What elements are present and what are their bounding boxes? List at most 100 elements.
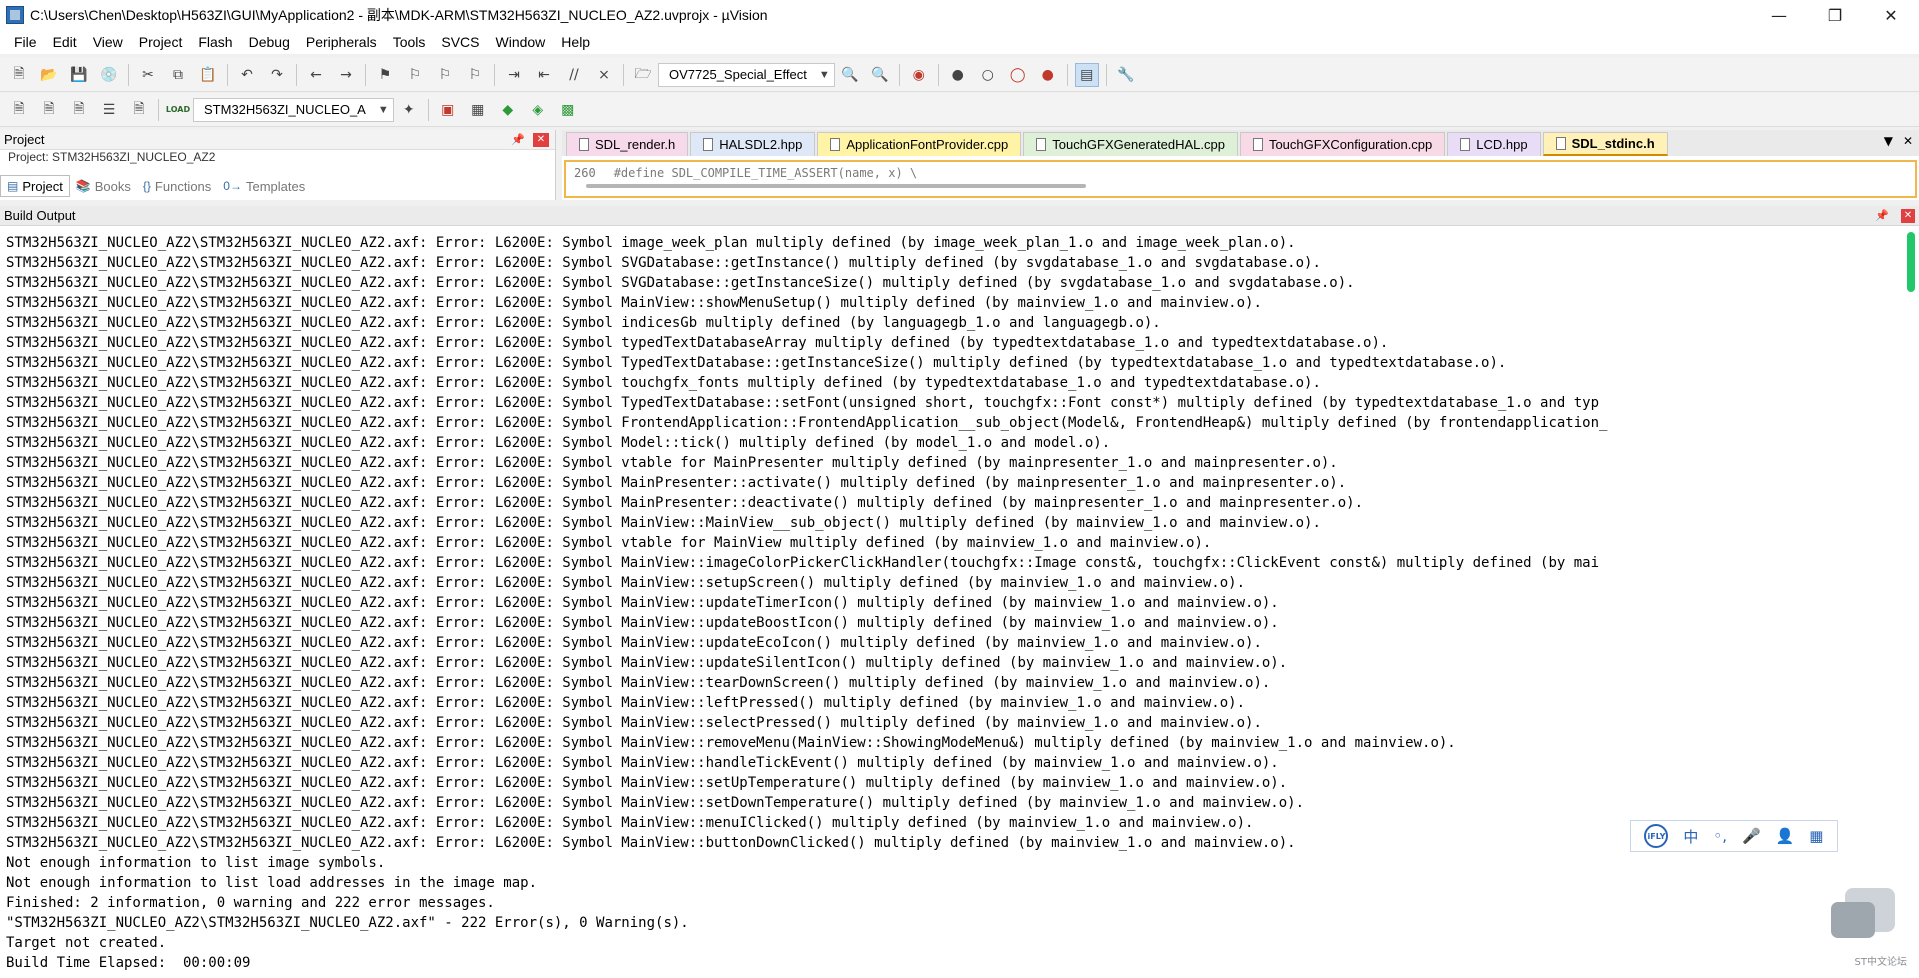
build-output-text[interactable]: STM32H563ZI_NUCLEO_AZ2\STM32H563ZI_NUCLE… — [6, 233, 1894, 973]
menu-project[interactable]: Project — [131, 34, 191, 50]
incremental-find-icon[interactable]: 🔍 — [868, 63, 892, 87]
minimize-icon[interactable]: — — [1751, 0, 1807, 30]
build-icon[interactable]: 🗎 — [37, 98, 61, 122]
kill-breakpoints-icon[interactable]: ● — [1036, 63, 1060, 87]
find-combo-value: OV7725_Special_Effect — [669, 67, 807, 82]
code-editor[interactable]: 260 #define SDL_COMPILE_TIME_ASSERT(name,… — [564, 160, 1917, 198]
debug-session-icon[interactable]: ◉ — [907, 63, 931, 87]
punctuation-icon[interactable]: ◦, — [1713, 827, 1727, 845]
tab-books[interactable]: 📚 Books — [70, 175, 137, 197]
build-output-line: STM32H563ZI_NUCLEO_AZ2\STM32H563ZI_NUCLE… — [6, 255, 1321, 271]
document-icon — [830, 138, 841, 151]
close-icon[interactable]: ✕ — [1863, 0, 1919, 30]
find-combo[interactable]: OV7725_Special_Effect ▼ — [658, 62, 835, 87]
tab-project[interactable]: ▤ Project — [0, 175, 70, 197]
breakpoint-icon[interactable]: ● — [946, 63, 970, 87]
uncomment-icon[interactable]: ⨯ — [592, 63, 616, 87]
tab-application-font-provider[interactable]: ApplicationFontProvider.cpp — [817, 132, 1022, 156]
redo-icon[interactable]: ↷ — [265, 63, 289, 87]
disable-breakpoint-icon[interactable]: ○ — [976, 63, 1000, 87]
manage-components-icon[interactable]: ▣ — [436, 98, 460, 122]
disable-all-breakpoints-icon[interactable]: ◯ — [1006, 63, 1030, 87]
pin-icon[interactable]: 📌 — [511, 133, 525, 146]
restore-icon[interactable]: ❐ — [1807, 0, 1863, 30]
window-layout-icon[interactable]: ▤ — [1074, 62, 1099, 87]
chinese-mode-button[interactable]: 中 — [1683, 826, 1698, 847]
chevron-down-icon: ▼ — [818, 68, 830, 81]
new-file-icon[interactable]: 🗎 — [7, 63, 31, 87]
clear-bookmarks-icon[interactable]: ⚐ — [463, 63, 487, 87]
comment-icon[interactable]: // — [562, 63, 586, 87]
menu-debug[interactable]: Debug — [241, 34, 298, 50]
translate-icon[interactable]: 🗎 — [7, 98, 31, 122]
tab-lcd[interactable]: LCD.hpp — [1447, 132, 1541, 156]
build-output-line: Build Time Elapsed: 00:00:09 — [6, 955, 251, 971]
project-tree[interactable]: Project: STM32H563ZI_NUCLEO_AZ2 — [0, 150, 555, 164]
menu-svcs[interactable]: SVCS — [433, 34, 487, 50]
toolbar-separator — [898, 63, 900, 86]
build-output-line: Not enough information to list load addr… — [6, 875, 538, 891]
menu-file[interactable]: File — [6, 34, 45, 50]
vertical-scrollbar[interactable] — [1907, 232, 1915, 292]
unindent-icon[interactable]: ⇤ — [532, 63, 556, 87]
tab-halsdl2[interactable]: HALSDL2.hpp — [690, 132, 816, 156]
pack-installer-icon[interactable]: ◈ — [526, 98, 550, 122]
menu-help[interactable]: Help — [553, 34, 598, 50]
close-icon[interactable]: ✕ — [1903, 134, 1913, 148]
bookmark-icon[interactable]: ⚑ — [373, 63, 397, 87]
close-icon[interactable]: ✕ — [1901, 208, 1915, 223]
nav-back-icon[interactable]: ← — [304, 63, 328, 87]
tab-touchgfx-configuration[interactable]: TouchGFXConfiguration.cpp — [1239, 132, 1446, 156]
window-controls: — ❐ ✕ — [1751, 0, 1919, 30]
project-tree-root[interactable]: Project: STM32H563ZI_NUCLEO_AZ2 — [8, 150, 215, 164]
rebuild-icon[interactable]: 🗎 — [67, 98, 91, 122]
tab-functions[interactable]: {} Functions — [137, 175, 217, 197]
menu-window[interactable]: Window — [488, 34, 554, 50]
chat-bubble-icon — [1831, 902, 1875, 938]
nav-forward-icon[interactable]: → — [334, 63, 358, 87]
tab-sdl-render[interactable]: SDL_render.h — [566, 132, 689, 156]
microphone-icon[interactable]: 🎤 — [1742, 827, 1761, 845]
find-in-files-icon[interactable]: 🗁 — [631, 63, 655, 87]
target-options-icon[interactable]: ✦ — [397, 98, 421, 122]
apps-grid-icon[interactable]: ▦ — [1809, 827, 1823, 845]
menu-view[interactable]: View — [85, 34, 131, 50]
document-icon — [1555, 137, 1566, 150]
file-extensions-icon[interactable]: ▦ — [466, 98, 490, 122]
close-icon[interactable]: ✕ — [533, 132, 549, 147]
tab-touchgfx-generated-hal[interactable]: TouchGFXGeneratedHAL.cpp — [1023, 132, 1238, 156]
open-folder-icon[interactable]: 📂 — [37, 63, 61, 87]
save-all-icon[interactable]: 💿 — [97, 63, 121, 87]
paste-icon[interactable]: 📋 — [196, 63, 220, 87]
menu-tools[interactable]: Tools — [385, 34, 434, 50]
stop-build-icon[interactable]: 🗎 — [127, 98, 151, 122]
prev-bookmark-icon[interactable]: ⚐ — [403, 63, 427, 87]
find-icon[interactable]: 🔍 — [838, 63, 862, 87]
pin-icon[interactable]: 📌 — [1875, 209, 1889, 222]
load-download-icon[interactable]: LOAD — [166, 98, 190, 122]
batch-build-icon[interactable]: ☰ — [97, 98, 121, 122]
configure-icon[interactable]: 🔧 — [1114, 63, 1138, 87]
save-icon[interactable]: 💾 — [67, 63, 91, 87]
tab-list-icon[interactable]: ▼ — [1884, 134, 1893, 148]
build-output-line: STM32H563ZI_NUCLEO_AZ2\STM32H563ZI_NUCLE… — [6, 535, 1212, 551]
cut-icon[interactable]: ✂ — [136, 63, 160, 87]
menu-flash[interactable]: Flash — [190, 34, 240, 50]
select-packs-icon[interactable]: ◆ — [496, 98, 520, 122]
templates-icon: 0→ — [223, 179, 242, 193]
tab-templates[interactable]: 0→ Templates — [217, 175, 311, 197]
runtime-env-icon[interactable]: ▩ — [556, 98, 580, 122]
horizontal-scrollbar[interactable] — [586, 184, 1086, 188]
menu-peripherals[interactable]: Peripherals — [298, 34, 385, 50]
ifly-logo-icon[interactable]: iFLY — [1644, 824, 1669, 848]
menu-edit[interactable]: Edit — [45, 34, 85, 50]
target-select[interactable]: STM32H563ZI_NUCLEO_A ▼ — [193, 97, 394, 122]
user-icon[interactable]: 👤 — [1776, 827, 1795, 845]
copy-icon[interactable]: ⧉ — [166, 63, 190, 87]
tab-sdl-stdinc[interactable]: SDL_stdinc.h — [1542, 132, 1668, 156]
next-bookmark-icon[interactable]: ⚐ — [433, 63, 457, 87]
indent-icon[interactable]: ⇥ — [502, 63, 526, 87]
build-output-line: STM32H563ZI_NUCLEO_AZ2\STM32H563ZI_NUCLE… — [6, 695, 1246, 711]
tab-halsdl2-label: HALSDL2.hpp — [719, 137, 803, 152]
undo-icon[interactable]: ↶ — [235, 63, 259, 87]
